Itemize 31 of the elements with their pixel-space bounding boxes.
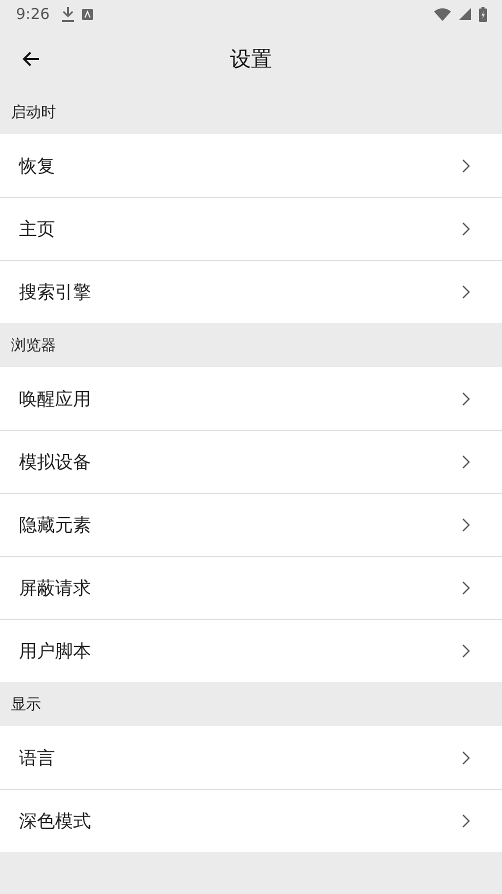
chevron-right-icon [462,518,470,532]
chevron-right-icon [462,814,470,828]
settings-item[interactable]: 语言 [0,726,502,789]
section-header: 浏览器 [11,336,56,354]
settings-item[interactable]: 主页 [0,197,502,260]
settings-item[interactable]: 唤醒应用 [0,367,502,430]
chevron-right-icon [462,158,470,172]
chevron-right-icon [462,392,470,406]
wifi-icon [434,8,451,20]
signal-icon [459,8,471,20]
page-title: 设置 [230,46,272,73]
settings-item[interactable]: 深色模式 [0,789,502,852]
chevron-right-icon [462,455,470,469]
settings-item[interactable]: 屏蔽请求 [0,556,502,619]
back-arrow-icon [22,51,40,67]
settings-item[interactable]: 隐藏元素 [0,493,502,556]
chevron-right-icon [462,285,470,299]
section-header: 显示 [11,694,41,714]
chevron-right-icon [462,644,470,658]
section-header: 启动时 [11,102,56,122]
chevron-right-icon [462,581,470,595]
settings-item[interactable]: 模拟设备 [0,430,502,493]
chevron-right-icon [462,222,470,236]
chevron-right-icon [462,750,470,764]
battery-icon [479,6,487,22]
app-notification-icon [82,8,93,20]
download-icon [62,6,74,22]
status-time: 9:26 [16,5,50,23]
settings-item[interactable]: 搜索引擎 [0,260,502,323]
settings-item[interactable]: 恢复 [0,134,502,197]
settings-item[interactable]: 用户脚本 [0,619,502,682]
